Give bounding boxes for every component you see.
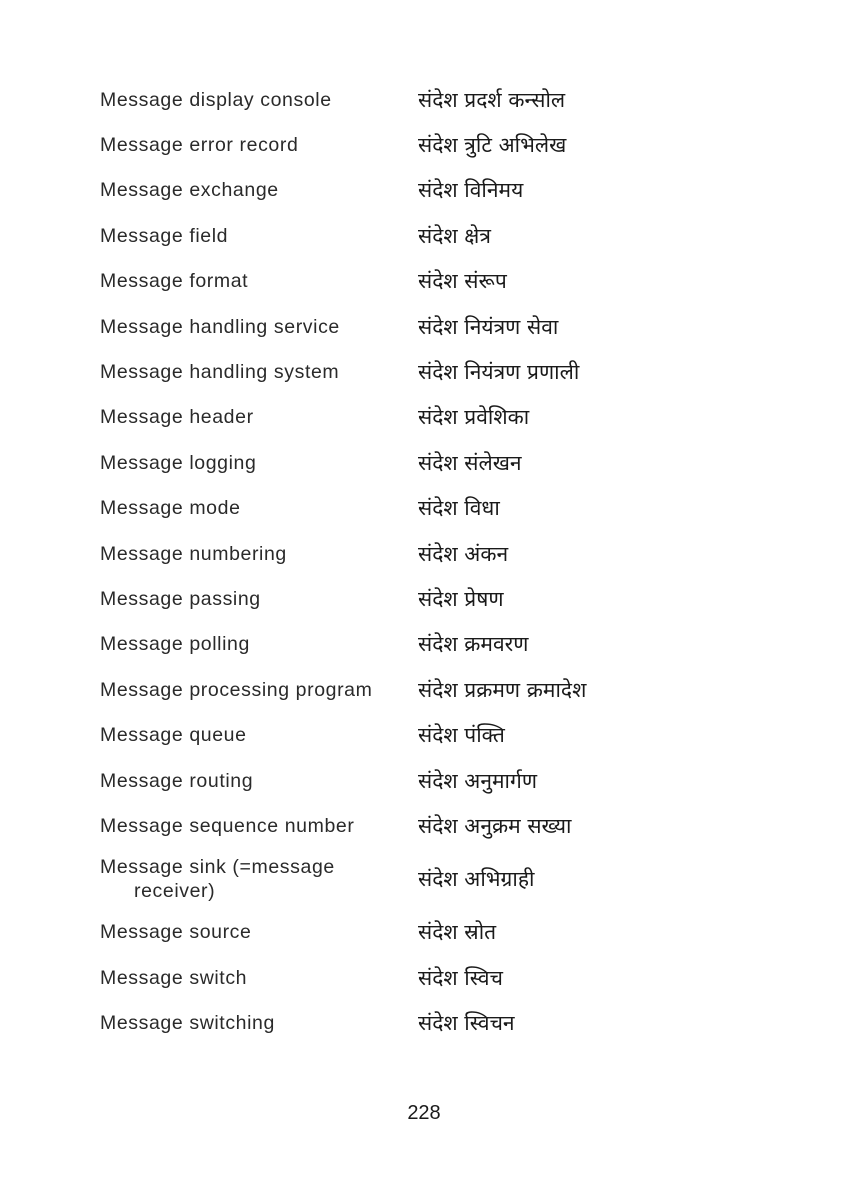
hindi-translation: संदेश अंकन [418,541,509,566]
english-term: Message display console [100,88,332,111]
glossary-row: Message logging संदेश संलेखन [100,440,740,485]
glossary-row: Message sequence number संदेश अनुक्रम सख… [100,803,740,848]
hindi-translation: संदेश संलेखन [418,450,522,475]
hindi-translation: संदेश स्विच [418,965,503,990]
glossary-row: Message polling संदेश क्रमवरण [100,622,740,667]
glossary-list: Message display console संदेश प्रदर्श कन… [100,77,740,1046]
english-term: Message passing [100,587,261,610]
hindi-translation: संदेश नियंत्रण प्रणाली [418,360,580,385]
english-term: Message logging [100,451,257,474]
english-term: Message routing [100,769,254,792]
english-term: Message error record [100,134,299,157]
glossary-row: Message source संदेश स्रोत [100,910,740,955]
english-term: Message field [100,224,229,247]
glossary-row: Message field संदेश क्षेत्र [100,213,740,258]
english-term: Message handling system [100,361,340,384]
glossary-row: Message queue संदेश पंक्ति [100,712,740,757]
hindi-translation: संदेश त्रुटि अभिलेख [418,133,567,158]
english-term: Message exchange [100,179,279,202]
glossary-row: Message passing संदेश प्रेषण [100,576,740,621]
glossary-row: Message error record संदेश त्रुटि अभिलेख [100,122,740,167]
hindi-translation: संदेश नियंत्रण सेवा [418,314,559,339]
english-term-line: Message sink (=message [100,856,335,879]
hindi-translation: संदेश अभिग्राही [418,867,535,892]
hindi-translation: संदेश क्षेत्र [418,223,491,248]
hindi-translation: संदेश अनुमार्गण [418,768,538,793]
document-page: Message display console संदेश प्रदर्श कन… [0,0,848,1200]
english-term: Message header [100,406,254,429]
english-term: Message switching [100,1012,275,1035]
english-term: Message sink (=message receiver) [100,855,418,903]
glossary-row: Message display console संदेश प्रदर्श कन… [100,77,740,122]
hindi-translation: संदेश प्रवेशिका [418,405,530,430]
glossary-row: Message header संदेश प्रवेशिका [100,395,740,440]
english-term: Message handling service [100,315,340,338]
english-term: Message format [100,270,249,293]
hindi-translation: संदेश विनिमय [418,178,524,203]
hindi-translation: संदेश अनुक्रम सख्या [418,813,572,838]
hindi-translation: संदेश स्रोत [418,920,497,945]
english-term: Message mode [100,497,241,520]
glossary-row: Message mode संदेश विधा [100,486,740,531]
glossary-row: Message format संदेश संरूप [100,259,740,304]
english-term: Message sequence number [100,814,355,837]
hindi-translation: संदेश विधा [418,496,500,521]
glossary-row: Message switching संदेश स्विचन [100,1000,740,1045]
hindi-translation: संदेश संरूप [418,269,507,294]
english-term: Message switch [100,966,248,989]
glossary-row: Message switch संदेश स्विच [100,955,740,1000]
hindi-translation: संदेश पंक्ति [418,723,505,748]
hindi-translation: संदेश प्रदर्श कन्सोल [418,87,566,112]
hindi-translation: संदेश क्रमवरण [418,632,529,657]
glossary-row: Message processing program संदेश प्रक्रम… [100,667,740,712]
english-term: Message numbering [100,542,287,565]
hindi-translation: संदेश स्विचन [418,1011,515,1036]
page-number: 228 [407,1102,441,1124]
glossary-row: Message handling system संदेश नियंत्रण प… [100,349,740,394]
glossary-row: Message sink (=message receiver) संदेश अ… [100,849,740,910]
english-term: Message queue [100,724,247,747]
hindi-translation: संदेश प्रक्रमण क्रमादेश [418,677,587,702]
glossary-row: Message exchange संदेश विनिमय [100,168,740,213]
glossary-row: Message numbering संदेश अंकन [100,531,740,576]
english-term: Message polling [100,633,250,656]
hindi-translation: संदेश प्रेषण [418,586,504,611]
glossary-row: Message handling service संदेश नियंत्रण … [100,304,740,349]
english-term: Message source [100,921,252,944]
english-term: Message processing program [100,678,373,701]
english-term-continuation: receiver) [134,880,216,903]
glossary-row: Message routing संदेश अनुमार्गण [100,758,740,803]
